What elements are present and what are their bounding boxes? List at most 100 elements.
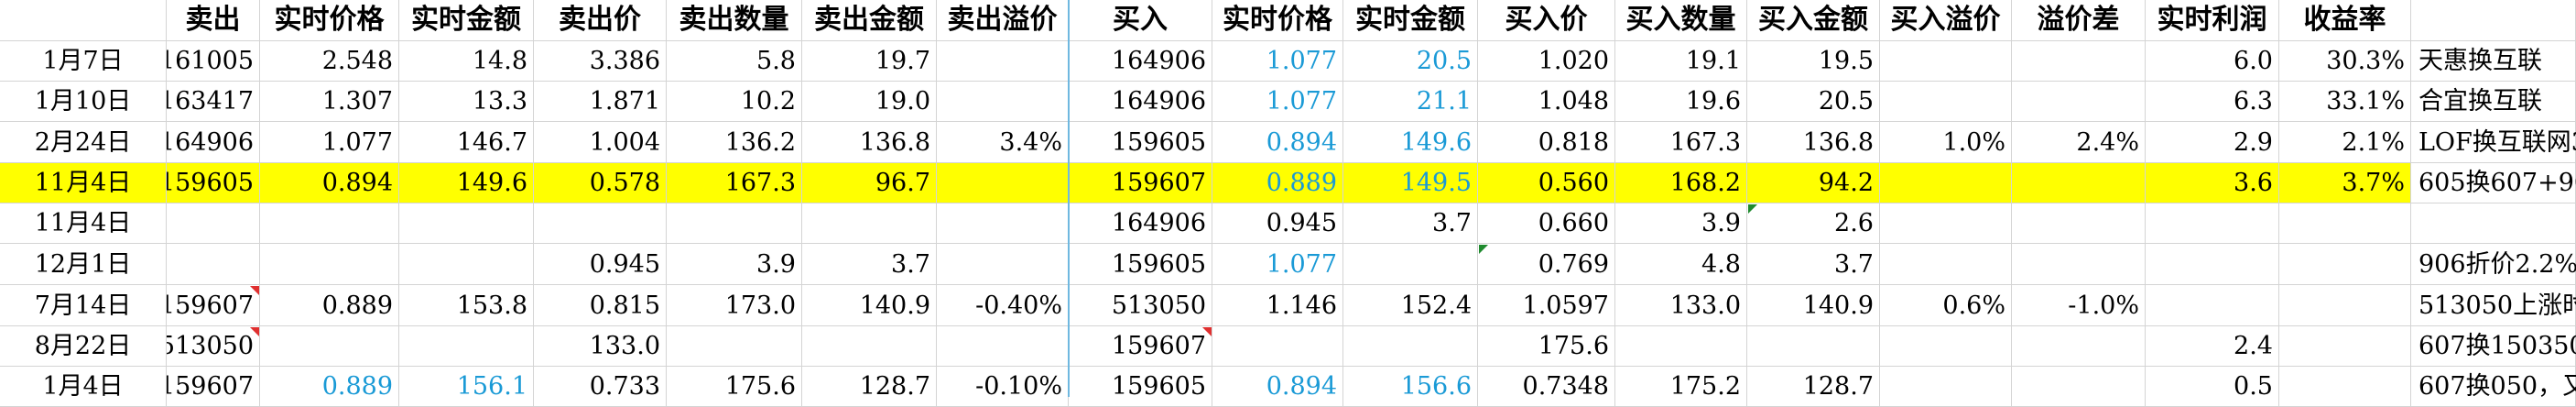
cell-sell-code[interactable]: 161005 bbox=[167, 41, 260, 82]
cell-realtime-profit[interactable]: 3.6 bbox=[2146, 163, 2279, 204]
cell-buy-premium[interactable] bbox=[1880, 163, 2012, 204]
cell-buy-realtime-amount[interactable] bbox=[1343, 244, 1478, 285]
cell-sell-code[interactable]: 159607 bbox=[167, 367, 260, 407]
cell-sell-realtime-amount[interactable]: 14.8 bbox=[399, 41, 534, 82]
header-realtime-profit[interactable]: 实时利润 bbox=[2146, 0, 2279, 41]
cell-sell-premium[interactable]: 3.4% bbox=[937, 122, 1069, 163]
cell-sell-premium[interactable] bbox=[937, 204, 1069, 244]
cell-buy-code[interactable]: 159605 bbox=[1069, 367, 1212, 407]
cell-sell-qty[interactable]: 175.6 bbox=[667, 367, 802, 407]
cell-buy-realtime-amount[interactable]: 20.5 bbox=[1343, 41, 1478, 82]
cell-buy-realtime-price[interactable]: 1.146 bbox=[1212, 285, 1343, 326]
cell-sell-code[interactable]: 513050 bbox=[167, 326, 260, 367]
cell-note[interactable]: 906折价2.2%， bbox=[2411, 244, 2576, 285]
cell-buy-qty[interactable]: 19.1 bbox=[1615, 41, 1747, 82]
header-buy-qty[interactable]: 买入数量 bbox=[1615, 0, 1747, 41]
cell-sell-price[interactable]: 0.815 bbox=[534, 285, 667, 326]
cell-sell-qty[interactable]: 3.9 bbox=[667, 244, 802, 285]
cell-realtime-profit[interactable]: 6.0 bbox=[2146, 41, 2279, 82]
header-sell-code[interactable]: 卖出 bbox=[167, 0, 260, 41]
cell-buy-amount[interactable]: 19.5 bbox=[1747, 41, 1880, 82]
cell-sell-premium[interactable] bbox=[937, 41, 1069, 82]
cell-buy-realtime-price[interactable] bbox=[1212, 326, 1343, 367]
header-buy-price[interactable]: 买入价 bbox=[1478, 0, 1615, 41]
cell-sell-qty[interactable]: 173.0 bbox=[667, 285, 802, 326]
cell-return-rate[interactable] bbox=[2279, 326, 2411, 367]
cell-sell-qty[interactable]: 136.2 bbox=[667, 122, 802, 163]
cell-buy-realtime-amount[interactable]: 3.7 bbox=[1343, 204, 1478, 244]
cell-sell-code[interactable]: 163417 bbox=[167, 82, 260, 122]
cell-buy-code[interactable]: 159607 bbox=[1069, 163, 1212, 204]
cell-premium-diff[interactable] bbox=[2012, 163, 2146, 204]
cell-note[interactable]: 607换150350， bbox=[2411, 326, 2576, 367]
error-indicator[interactable] bbox=[1479, 245, 1488, 254]
cell-sell-realtime-price[interactable]: 1.307 bbox=[260, 82, 399, 122]
cell-sell-premium[interactable] bbox=[937, 244, 1069, 285]
cell-sell-code[interactable]: 159607 bbox=[167, 285, 260, 326]
cell-buy-qty[interactable]: 167.3 bbox=[1615, 122, 1747, 163]
cell-note[interactable]: 合宜换互联 bbox=[2411, 82, 2576, 122]
header-sell-premium[interactable]: 卖出溢价 bbox=[937, 0, 1069, 41]
cell-sell-amount[interactable]: 128.7 bbox=[802, 367, 937, 407]
cell-buy-amount[interactable]: 3.7 bbox=[1747, 244, 1880, 285]
cell-buy-premium[interactable]: 1.0% bbox=[1880, 122, 2012, 163]
cell-sell-qty[interactable]: 5.8 bbox=[667, 41, 802, 82]
cell-buy-amount[interactable]: 94.2 bbox=[1747, 163, 1880, 204]
cell-buy-realtime-amount[interactable]: 156.6 bbox=[1343, 367, 1478, 407]
cell-realtime-profit[interactable] bbox=[2146, 285, 2279, 326]
header-buy-realtime-price[interactable]: 实时价格 bbox=[1212, 0, 1343, 41]
cell-buy-realtime-price[interactable]: 1.077 bbox=[1212, 41, 1343, 82]
cell-sell-amount[interactable] bbox=[802, 204, 937, 244]
comment-indicator[interactable] bbox=[250, 327, 259, 336]
cell-premium-diff[interactable] bbox=[2012, 326, 2146, 367]
cell-sell-premium[interactable] bbox=[937, 326, 1069, 367]
cell-premium-diff[interactable] bbox=[2012, 82, 2146, 122]
cell-date[interactable]: 7月14日 bbox=[0, 285, 167, 326]
cell-buy-price[interactable]: 0.818 bbox=[1478, 122, 1615, 163]
header-buy-realtime-amount[interactable]: 实时金额 bbox=[1343, 0, 1478, 41]
cell-premium-diff[interactable] bbox=[2012, 367, 2146, 407]
cell-buy-code[interactable]: 513050 bbox=[1069, 285, 1212, 326]
cell-date[interactable]: 1月4日 bbox=[0, 367, 167, 407]
cell-buy-qty[interactable]: 19.6 bbox=[1615, 82, 1747, 122]
cell-buy-premium[interactable] bbox=[1880, 367, 2012, 407]
cell-buy-amount[interactable]: 20.5 bbox=[1747, 82, 1880, 122]
cell-return-rate[interactable]: 33.1% bbox=[2279, 82, 2411, 122]
cell-buy-code[interactable]: 164906 bbox=[1069, 204, 1212, 244]
cell-buy-amount[interactable]: 140.9 bbox=[1747, 285, 1880, 326]
cell-sell-premium[interactable] bbox=[937, 163, 1069, 204]
cell-return-rate[interactable] bbox=[2279, 204, 2411, 244]
cell-buy-price[interactable]: 1.020 bbox=[1478, 41, 1615, 82]
comment-indicator[interactable] bbox=[250, 286, 259, 295]
cell-sell-realtime-price[interactable] bbox=[260, 244, 399, 285]
cell-sell-price[interactable]: 3.386 bbox=[534, 41, 667, 82]
cell-date[interactable]: 11月4日 bbox=[0, 163, 167, 204]
cell-note[interactable] bbox=[2411, 204, 2576, 244]
header-premium-diff[interactable]: 溢价差 bbox=[2012, 0, 2146, 41]
cell-buy-realtime-price[interactable]: 0.945 bbox=[1212, 204, 1343, 244]
cell-sell-amount[interactable]: 96.7 bbox=[802, 163, 937, 204]
cell-sell-premium[interactable]: -0.40% bbox=[937, 285, 1069, 326]
cell-sell-price[interactable]: 0.945 bbox=[534, 244, 667, 285]
cell-sell-price[interactable]: 1.004 bbox=[534, 122, 667, 163]
cell-sell-realtime-amount[interactable]: 146.7 bbox=[399, 122, 534, 163]
cell-buy-amount[interactable] bbox=[1747, 326, 1880, 367]
cell-buy-realtime-amount[interactable]: 21.1 bbox=[1343, 82, 1478, 122]
cell-realtime-profit[interactable]: 0.5 bbox=[2146, 367, 2279, 407]
cell-buy-code[interactable]: 164906 bbox=[1069, 82, 1212, 122]
cell-buy-price[interactable]: 1.0597 bbox=[1478, 285, 1615, 326]
cell-date[interactable]: 8月22日 bbox=[0, 326, 167, 367]
cell-date[interactable]: 2月24日 bbox=[0, 122, 167, 163]
cell-return-rate[interactable] bbox=[2279, 285, 2411, 326]
header-sell-price[interactable]: 卖出价 bbox=[534, 0, 667, 41]
cell-sell-qty[interactable] bbox=[667, 204, 802, 244]
cell-sell-realtime-price[interactable]: 2.548 bbox=[260, 41, 399, 82]
comment-indicator[interactable] bbox=[1202, 327, 1212, 336]
cell-sell-realtime-price[interactable]: 0.889 bbox=[260, 367, 399, 407]
cell-buy-price[interactable]: 175.6 bbox=[1478, 326, 1615, 367]
cell-sell-qty[interactable]: 10.2 bbox=[667, 82, 802, 122]
cell-sell-realtime-amount[interactable] bbox=[399, 326, 534, 367]
cell-sell-qty[interactable] bbox=[667, 326, 802, 367]
cell-sell-realtime-price[interactable]: 1.077 bbox=[260, 122, 399, 163]
cell-buy-premium[interactable] bbox=[1880, 41, 2012, 82]
